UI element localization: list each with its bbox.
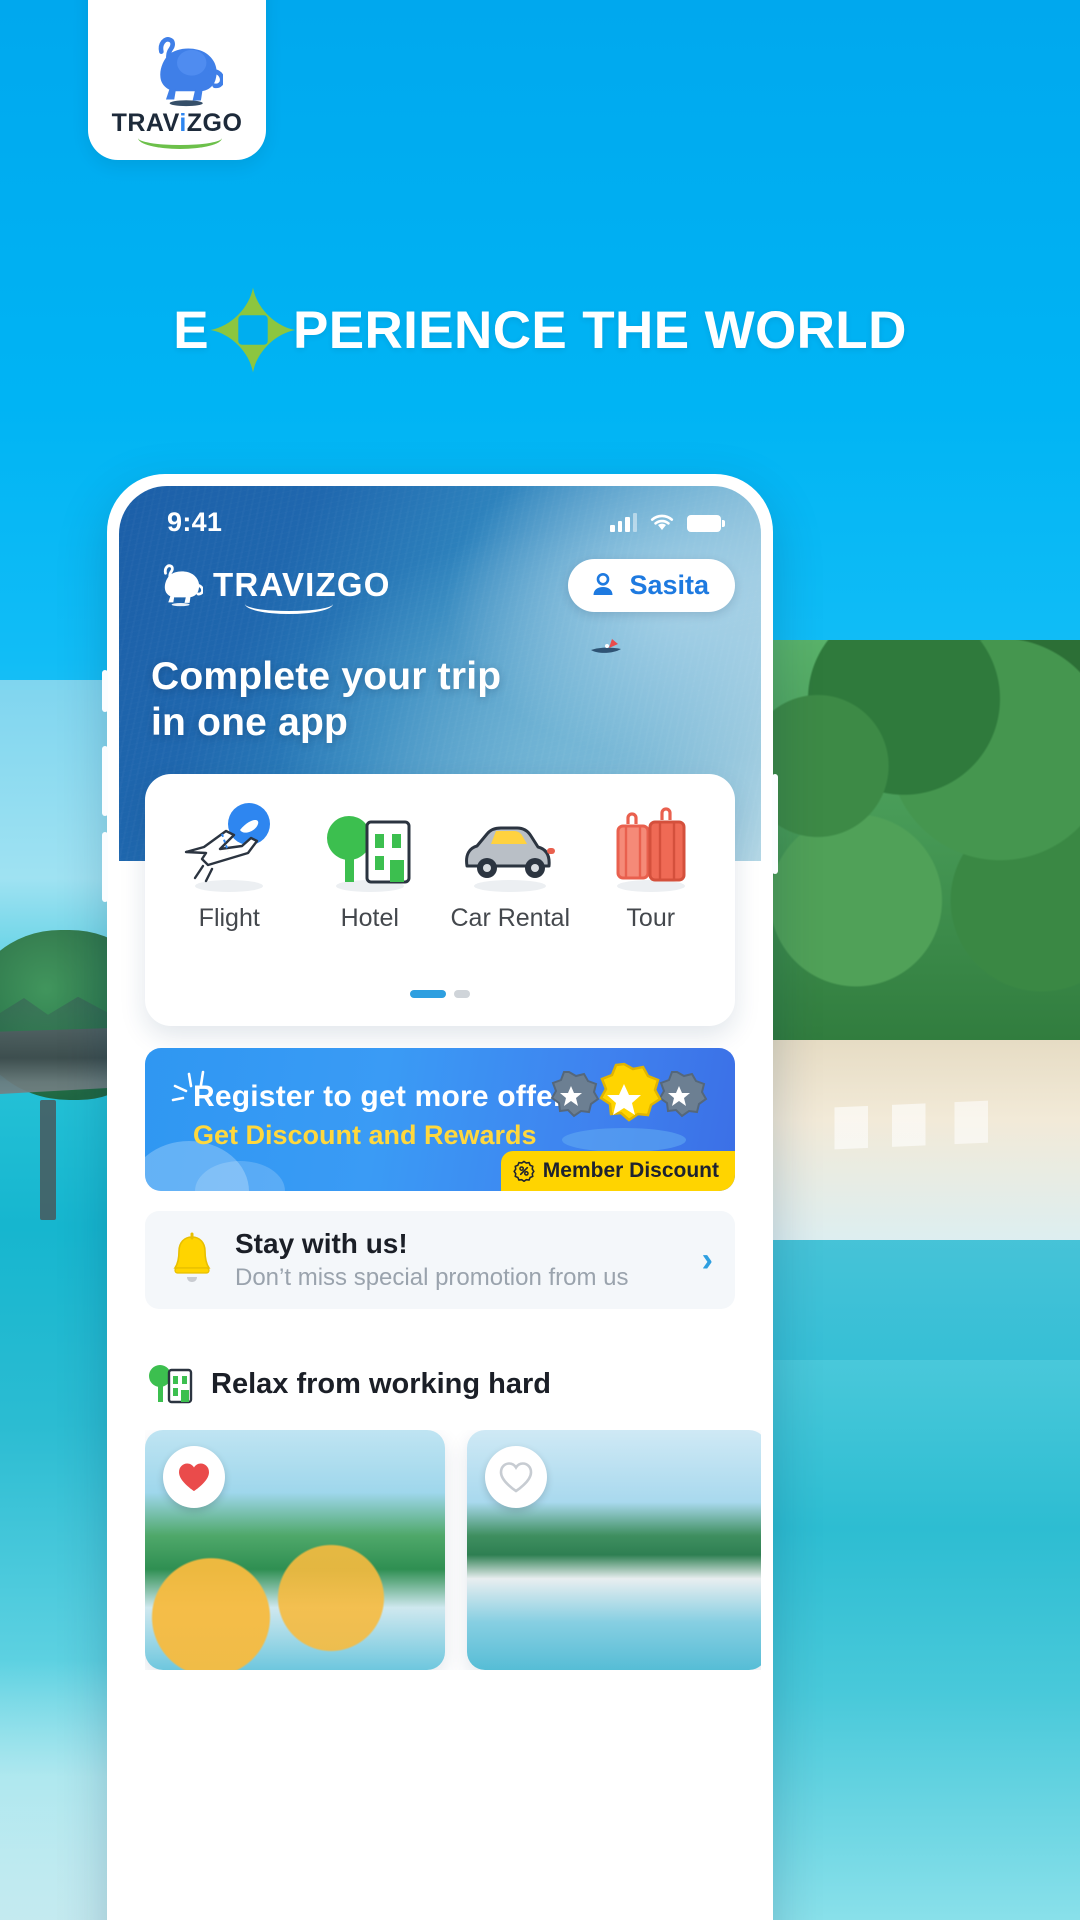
service-item-car-rental[interactable]: Car Rental	[440, 800, 580, 933]
service-item-hotel[interactable]: Hotel	[300, 800, 440, 933]
stay-subtitle: Don’t miss special promotion from us	[235, 1264, 629, 1291]
pagination-dot-active[interactable]	[410, 990, 446, 998]
heart-filled-icon	[179, 1463, 209, 1491]
hero-title-line1: Complete your trip	[151, 655, 502, 698]
status-time: 9:41	[167, 506, 223, 537]
carousel-pagination[interactable]	[145, 990, 735, 998]
hero-title-line2: in one app	[151, 700, 348, 744]
register-promo-banner[interactable]: Register to get more offer! Get Discount…	[145, 1048, 735, 1191]
hero-title: Complete your trip in one app	[151, 654, 501, 745]
luggage-icon	[592, 800, 710, 896]
star-medal-icon	[550, 1062, 708, 1152]
chevron-right-icon[interactable]: ›	[702, 1243, 713, 1277]
service-label: Tour	[626, 904, 676, 932]
hotel-building-icon	[311, 800, 429, 896]
elephant-logo-white-icon	[163, 564, 203, 607]
service-label: Car Rental	[450, 904, 571, 932]
page-title: E PERIENCE THE WORLD	[0, 284, 1080, 376]
register-text: Register to get more offer! Get Discount…	[193, 1080, 575, 1151]
favorite-button[interactable]	[485, 1446, 547, 1508]
bell-icon	[173, 1232, 211, 1282]
phone-screen: 9:41 TRAVIZGO Sasita Complete your trip …	[119, 486, 761, 1920]
phone-volume-up-button	[102, 746, 108, 816]
brand-wordmark: TRAViZGO	[112, 109, 243, 149]
heart-outline-icon	[499, 1462, 533, 1493]
stay-title: Stay with us!	[235, 1228, 408, 1259]
hotel-building-icon	[149, 1365, 193, 1404]
wifi-icon	[650, 514, 674, 530]
pier-post	[40, 1100, 56, 1220]
service-item-tour[interactable]: Tour	[581, 800, 721, 933]
status-bar: 9:41	[119, 486, 761, 548]
car-icon	[451, 800, 569, 896]
service-item-flight[interactable]: Flight	[159, 800, 299, 933]
relax-section-title: Relax from working hard	[211, 1367, 552, 1400]
hotel-card-list[interactable]	[145, 1430, 761, 1670]
register-title: Register to get more offer!	[193, 1080, 576, 1113]
hotel-card-2[interactable]	[467, 1430, 761, 1670]
person-icon	[593, 572, 613, 595]
discount-percent-icon	[513, 1160, 535, 1182]
right-beach-scenery	[760, 640, 1080, 1920]
headline-suffix: PERIENCE THE WORLD	[292, 300, 907, 360]
services-row: Flight Hotel Car Rental Tour	[159, 800, 721, 933]
phone-mockup: 9:41 TRAVIZGO Sasita Complete your trip …	[102, 474, 778, 1920]
status-icons	[610, 512, 725, 532]
surfer-boat	[591, 639, 621, 653]
member-discount-label: Member Discount	[542, 1159, 719, 1182]
app-brand: TRAVIZGO	[147, 563, 391, 614]
battery-full-icon	[687, 515, 725, 532]
relax-section-header: Relax from working hard	[145, 1354, 735, 1414]
hotel-card-1[interactable]	[145, 1430, 445, 1670]
services-card: Flight Hotel Car Rental Tour	[145, 774, 735, 1026]
favorite-button[interactable]	[163, 1446, 225, 1508]
headline-prefix: E	[173, 300, 209, 360]
brand-swoosh-icon	[245, 594, 333, 614]
member-discount-badge: Member Discount	[500, 1151, 735, 1191]
stay-with-us-banner[interactable]: Stay with us! Don’t miss special promoti…	[145, 1211, 735, 1309]
user-profile-button[interactable]: Sasita	[568, 558, 735, 612]
phone-power-button	[772, 774, 778, 874]
right-lagoon	[760, 1360, 1080, 1920]
cellular-signal-icon	[610, 512, 637, 532]
phone-mute-switch	[102, 670, 108, 712]
phone-volume-down-button	[102, 832, 108, 902]
service-label: Hotel	[340, 904, 399, 932]
airplane-icon	[170, 800, 288, 896]
pagination-dot[interactable]	[454, 990, 470, 998]
elephant-logo-icon	[158, 37, 223, 107]
brand-swoosh-icon	[137, 127, 222, 149]
brand-logo-card: TRAViZGO	[88, 0, 266, 160]
user-name-label: Sasita	[629, 569, 709, 600]
star-x-icon	[207, 284, 299, 376]
app-brand-text: TRAVIZGO	[213, 566, 391, 614]
right-palm-trees	[760, 640, 1080, 1060]
register-subtitle: Get Discount and Rewards	[193, 1120, 537, 1150]
service-label: Flight	[198, 904, 260, 932]
stay-text: Stay with us! Don’t miss special promoti…	[235, 1228, 684, 1292]
app-bar: TRAVIZGO Sasita	[119, 552, 761, 618]
